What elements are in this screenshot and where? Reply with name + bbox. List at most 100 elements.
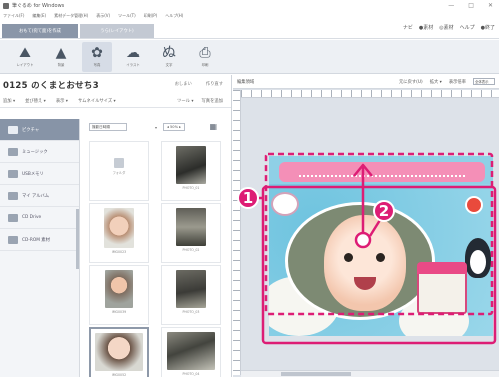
- tools-menu[interactable]: ツール ▾: [177, 98, 193, 104]
- add-photo-button[interactable]: 写真を追加: [202, 98, 223, 104]
- tool-background[interactable]: ▲ 背景: [46, 42, 76, 72]
- horizontal-scrollbar[interactable]: [241, 370, 499, 377]
- close-button[interactable]: ✕: [488, 2, 493, 9]
- sort-select[interactable]: 撮影日時順: [89, 123, 127, 131]
- maximize-button[interactable]: □: [468, 2, 474, 9]
- menu-edit[interactable]: 編集(E): [32, 13, 46, 19]
- menu-bar: ファイル(F) 編集(E) 素材データ管理(H) 表示(V) ツール(T) 印刷…: [0, 11, 499, 20]
- horizontal-ruler: [241, 90, 499, 98]
- thumbnail-name: フォルダ: [112, 171, 126, 175]
- window-controls: — □ ✕: [448, 2, 493, 9]
- tool-print[interactable]: ⎙ 印刷: [190, 42, 220, 72]
- tab-front[interactable]: おもて(宛て面)を作成: [2, 24, 78, 38]
- grid-view-icon[interactable]: ▦: [209, 122, 217, 131]
- thumbnail-selected[interactable]: IMG0052: [89, 327, 149, 377]
- thumbnail[interactable]: PHOTO_03: [161, 265, 221, 325]
- tool-layout[interactable]: ⛰ レイアウト: [10, 42, 40, 72]
- thumbnail[interactable]: PHOTO_01: [161, 141, 221, 201]
- thumbnail[interactable]: フォルダ: [89, 141, 149, 201]
- browser-header-actions: おしまい 作り直す: [175, 81, 223, 87]
- scrollbar-thumb[interactable]: [281, 372, 351, 376]
- banner-text-line: [299, 167, 465, 177]
- bear-illustration: [271, 192, 299, 216]
- grid-toolbar: 撮影日時順 ▾ ◂ 50% ▸ ▦: [83, 119, 231, 135]
- thumbnail-name: PHOTO_01: [182, 186, 200, 190]
- thumbnail-image: [95, 333, 143, 371]
- tool-photo[interactable]: ✿ 写真: [82, 41, 112, 72]
- sidebar-item-pictures[interactable]: ピクチャ: [0, 119, 79, 141]
- tool-illustration[interactable]: ☁ イラスト: [118, 42, 148, 72]
- menu-file[interactable]: ファイル(F): [3, 13, 24, 19]
- card-preview[interactable]: [269, 156, 493, 336]
- window-title: 筆ぐるめ for Windows: [12, 3, 65, 9]
- view-menu[interactable]: 表示 ▾: [56, 98, 68, 104]
- photo-icon: ✿: [91, 45, 103, 61]
- finish-button[interactable]: おしまい: [175, 81, 192, 87]
- menu-help[interactable]: ヘルプ(H): [165, 13, 183, 19]
- photo-slot[interactable]: [285, 202, 435, 320]
- sort-menu[interactable]: 並び替え ▾: [25, 98, 46, 104]
- browser-subbar: 追加 ▾ 並び替え ▾ 表示 ▾ サムネイルサイズ ▾ ツール ▾ 写真を追加: [0, 95, 231, 108]
- thumbnail-name: PHOTO_04: [182, 372, 200, 376]
- folder-icon: [8, 125, 18, 134]
- subbar-actions: ツール ▾ 写真を追加: [177, 98, 223, 104]
- redo-button[interactable]: 作り直す: [206, 81, 223, 87]
- editor-label: 編集領域: [237, 79, 255, 85]
- illustration-icon: ☁: [126, 45, 140, 61]
- sidebar-item-music[interactable]: ミュージック: [0, 141, 79, 163]
- disc-icon: [8, 235, 18, 244]
- box-lid: [417, 262, 467, 274]
- thumb-size-menu[interactable]: サムネイルサイズ ▾: [78, 98, 116, 104]
- navi-button[interactable]: ナビ: [403, 24, 413, 31]
- thumbnail-grid: フォルダ PHOTO_01 IMG0023 PHOTO_02 IMG0039 P…: [89, 141, 224, 377]
- landscape-icon: ⛰: [19, 45, 31, 61]
- tab-strip: おもて(宛て面)を作成 うら(レイアウト) ナビ ●素材 ◎素材 ヘルプ ●終了: [0, 20, 499, 39]
- editor-topbar: 編集領域 元に戻す(U) 拡大 ▾ 表示倍率 全体表示: [233, 75, 499, 89]
- sidebar-scrollbar[interactable]: [76, 209, 79, 269]
- thumbnail[interactable]: IMG0023: [89, 203, 149, 263]
- tab-back[interactable]: うら(レイアウト): [80, 24, 154, 38]
- sidebar-item-label: CD Drive: [22, 215, 42, 220]
- app-icon: [3, 2, 9, 9]
- tool-label: 写真: [93, 63, 101, 67]
- menu-materials[interactable]: 素材データ管理(H): [54, 13, 88, 19]
- mouth: [354, 277, 376, 290]
- thumbnail[interactable]: IMG0039: [89, 265, 149, 325]
- ball-illustration: [465, 196, 483, 214]
- add-menu[interactable]: 追加 ▾: [3, 98, 15, 104]
- thumbnail[interactable]: PHOTO_04: [161, 327, 221, 377]
- sidebar-item-cd-rom[interactable]: CD-ROM 素材: [0, 229, 79, 251]
- sidebar-item-my-album[interactable]: マイ アルバム: [0, 185, 79, 207]
- undo-button[interactable]: 元に戻す(U): [399, 79, 423, 85]
- sidebar-item-usb[interactable]: USBメモリ: [0, 163, 79, 185]
- osechi-box-illustration: [417, 262, 467, 314]
- help-button[interactable]: ヘルプ: [460, 24, 475, 31]
- minimize-button[interactable]: —: [448, 2, 454, 9]
- album-title: 0125 のくまとおせち3: [3, 81, 99, 91]
- zoom-label: 表示倍率: [448, 79, 466, 85]
- menu-view[interactable]: 表示(V): [96, 13, 110, 19]
- vertical-ruler: [233, 90, 241, 375]
- zoom-select[interactable]: 全体表示: [473, 78, 495, 85]
- exit-button[interactable]: ●終了: [481, 24, 495, 31]
- folder-icon: [8, 147, 18, 156]
- tool-text[interactable]: ぬ 文字: [154, 42, 184, 72]
- material-button-1[interactable]: ●素材: [419, 24, 433, 31]
- annotation-marker-2: 2: [373, 200, 395, 222]
- menu-tools[interactable]: ツール(T): [118, 13, 136, 19]
- title-bar: 筆ぐるめ for Windows — □ ✕: [0, 0, 499, 11]
- sidebar-item-label: CD-ROM 素材: [22, 237, 50, 243]
- menu-print[interactable]: 印刷(P): [144, 13, 158, 19]
- chevron-down-icon[interactable]: ▾: [155, 125, 157, 130]
- zoom-menu[interactable]: 拡大 ▾: [430, 79, 442, 85]
- thumbnail-image: [176, 208, 206, 246]
- sidebar-item-cd-drive[interactable]: CD Drive: [0, 207, 79, 229]
- sidebar-item-label: ピクチャ: [22, 127, 40, 133]
- thumbnail-image: [104, 208, 134, 248]
- zoom-control[interactable]: ◂ 50% ▸: [163, 123, 185, 131]
- album-icon: [8, 191, 18, 200]
- material-button-2[interactable]: ◎素材: [439, 24, 453, 31]
- source-sidebar: ピクチャ ミュージック USBメモリ マイ アルバム CD Drive CD-R…: [0, 119, 80, 377]
- tab-strip-actions: ナビ ●素材 ◎素材 ヘルプ ●終了: [403, 24, 495, 31]
- thumbnail[interactable]: PHOTO_02: [161, 203, 221, 263]
